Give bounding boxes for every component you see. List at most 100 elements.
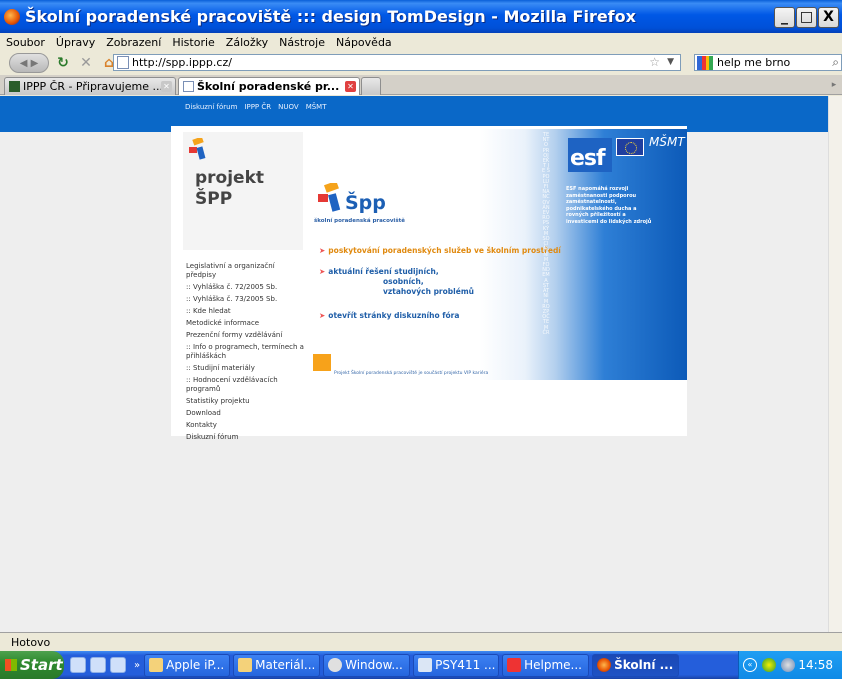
side-link[interactable]: :: Studijní materiály [186,364,304,373]
quicklaunch-app-icon[interactable] [90,657,106,673]
search-input[interactable]: help me brno [717,56,790,69]
spp-brand-subtitle: školní poradenská pracoviště [314,218,405,224]
tab-label: Školní poradenské pr... [197,80,340,93]
tray-expand-icon[interactable]: « [743,658,757,672]
menu-zobrazeni[interactable]: Zobrazení [106,36,161,49]
search-icon[interactable]: ⌕ [832,55,839,70]
nav-link-nuov[interactable]: NUOV [278,103,299,111]
site-card: projekt ŠPP Legislativní a organizační p… [171,126,687,441]
taskbar-button[interactable]: Apple iP... [144,653,231,677]
nav-link-forum[interactable]: Diskuzní fórum [185,103,237,111]
menu-historie[interactable]: Historie [172,36,214,49]
tab-strip: IPPP ČR - Připravujeme ... ✕ Školní pora… [0,75,842,95]
vip-logo-icon [313,354,331,371]
side-link[interactable]: Prezenční formy vzdělávání [186,331,304,340]
menu-zalozky[interactable]: Záložky [226,36,268,49]
start-button[interactable]: Start [0,651,64,679]
minimize-button[interactable]: _ [774,7,795,28]
side-link[interactable]: :: Kde hledat [186,307,304,316]
nav-link-ippp[interactable]: IPPP ČR [244,103,271,111]
taskbar-label: Apple iP... [166,658,225,672]
taskbar-button-active[interactable]: Školní ... [592,653,680,677]
windows-logo-icon [5,659,17,671]
helpme-app-icon [507,658,522,672]
url-bar[interactable]: http://spp.ippp.cz/ ☆ ▼ [113,54,681,71]
side-link[interactable]: Statistiky projektu [186,397,304,406]
url-text: http://spp.ippp.cz/ [132,56,232,69]
firefox-icon [597,658,612,672]
eu-flag-icon [616,138,644,156]
banner-footer-text: Projekt Školní poradenská pracoviště je … [334,371,489,376]
taskbar-button[interactable]: Window... [323,653,411,677]
ippp-favicon [9,81,20,92]
side-link[interactable]: :: Info o programech, termínech a přihlá… [186,343,304,361]
banner-link-services[interactable]: ➤ poskytování poradenských služeb ve škol… [319,246,561,256]
window-title-bar[interactable]: Školní poradenské pracoviště ::: design … [0,0,842,33]
project-logo[interactable]: projekt ŠPP [183,132,303,250]
side-link[interactable]: Diskuzní fórum [186,433,304,442]
quicklaunch-app-icon[interactable] [110,657,126,673]
window-title: Školní poradenské pracoviště ::: design … [25,7,636,26]
menu-upravy[interactable]: Úpravy [56,36,95,49]
site-top-nav: Diskuzní fórum IPPP ČR NUOV MŠMT [185,103,327,111]
tray-network-icon[interactable] [781,658,795,672]
vertical-scrollbar[interactable] [828,96,842,632]
clock[interactable]: 14:58 [798,658,833,672]
esf-logo-text: esf [570,146,606,171]
new-tab-button[interactable] [361,77,381,95]
taskbar-label: Window... [345,658,403,672]
arrow-icon: ➤ [319,246,326,255]
banner-link-problems[interactable]: ➤ aktuální řešení studijních, osobních, v… [319,267,489,297]
folder-icon [149,658,164,672]
tab-skolni[interactable]: Školní poradenské pr... ✕ [178,77,360,95]
side-link[interactable]: Download [186,409,304,418]
menu-soubor[interactable]: Soubor [6,36,45,49]
menu-napoveda[interactable]: Nápověda [336,36,392,49]
url-dropdown-icon[interactable]: ▼ [667,57,674,67]
side-link[interactable]: :: Vyhláška č. 73/2005 Sb. [186,295,304,304]
tab-close-icon[interactable]: ✕ [345,81,356,92]
search-box[interactable]: help me brno ⌕ [694,54,842,71]
side-link[interactable]: Metodické informace [186,319,304,328]
status-bar: Hotovo [0,632,842,651]
quick-launch [70,657,126,673]
banner-link-forum[interactable]: ➤ otevřít stránky diskuzního fóra [319,311,459,321]
arrow-icon: ➤ [319,267,326,276]
side-link[interactable]: Kontakty [186,421,304,430]
nav-link-msmt[interactable]: MŠMT [306,103,327,111]
firefox-icon [4,8,20,25]
side-link[interactable]: :: Hodnocení vzdělávacích programů [186,376,304,394]
taskbar-label: PSY411 ... [435,658,496,672]
stop-icon[interactable]: ✕ [77,54,95,72]
quicklaunch-expand-icon[interactable]: » [134,660,140,671]
taskbar-button[interactable]: Materiál... [233,653,321,677]
back-forward-icon[interactable]: ◀ ▶ [9,53,49,73]
page-favicon [183,81,194,92]
media-player-icon [328,658,343,672]
menu-nastroje[interactable]: Nástroje [279,36,325,49]
window-controls: _ □ X [774,7,839,28]
taskbar-button[interactable]: PSY411 ... [413,653,500,677]
show-desktop-icon[interactable] [70,657,86,673]
spp-logo-icon [189,138,206,160]
reload-icon[interactable]: ↻ [54,54,72,72]
banner-link-text: vztahových problémů [383,287,474,296]
msmt-logo: MŠMT [649,135,685,149]
bookmark-star-icon[interactable]: ☆ [649,55,660,69]
tray-app-icon[interactable] [762,658,776,672]
side-link[interactable]: Legislativní a organizační předpisy [186,262,304,280]
taskbar-button[interactable]: Helpme... [502,653,590,677]
banner-vertical-text: TENTO PROJEKT JE SPOLUFINANCOVÁN EVROPSK… [542,132,550,336]
windows-taskbar: Start » Apple iP... Materiál... Window..… [0,651,842,679]
intro-banner: Špp školní poradenská pracoviště ➤ poskyt… [310,129,687,380]
folder-icon [238,658,253,672]
tab-ippp[interactable]: IPPP ČR - Připravujeme ... ✕ [4,77,176,95]
tabs-scroll-icon[interactable]: ▸ [827,77,841,94]
logo-line-2: ŠPP [195,189,233,209]
tab-close-icon[interactable]: ✕ [161,81,172,92]
search-engine-icon[interactable] [697,55,713,70]
side-link[interactable]: :: Vyhláška č. 72/2005 Sb. [186,283,304,292]
maximize-button[interactable]: □ [796,7,817,28]
close-button[interactable]: X [818,7,839,28]
esf-description: ESF napomáhá rozvoji zaměstnanosti podpo… [566,186,652,225]
